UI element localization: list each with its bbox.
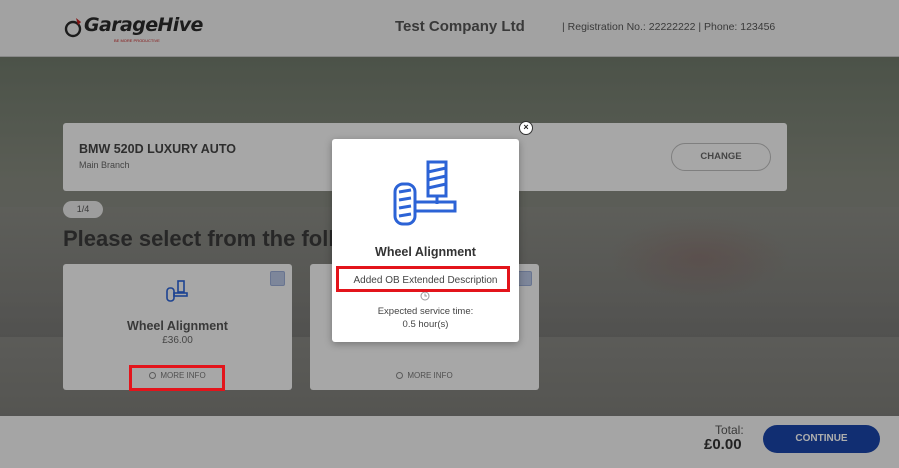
service-time-label: Expected service time:	[377, 306, 474, 317]
close-icon[interactable]: ×	[519, 121, 533, 135]
service-time-value: 0.5 hour(s)	[402, 319, 449, 330]
clock-icon	[420, 291, 430, 301]
modal-title: Wheel Alignment	[375, 245, 476, 259]
service-info-modal: Wheel Alignment Added OB Extended Descri…	[332, 139, 519, 342]
highlight-box-more-info	[129, 365, 225, 391]
wheel-alignment-icon	[393, 160, 457, 226]
highlight-box-description	[336, 266, 510, 292]
